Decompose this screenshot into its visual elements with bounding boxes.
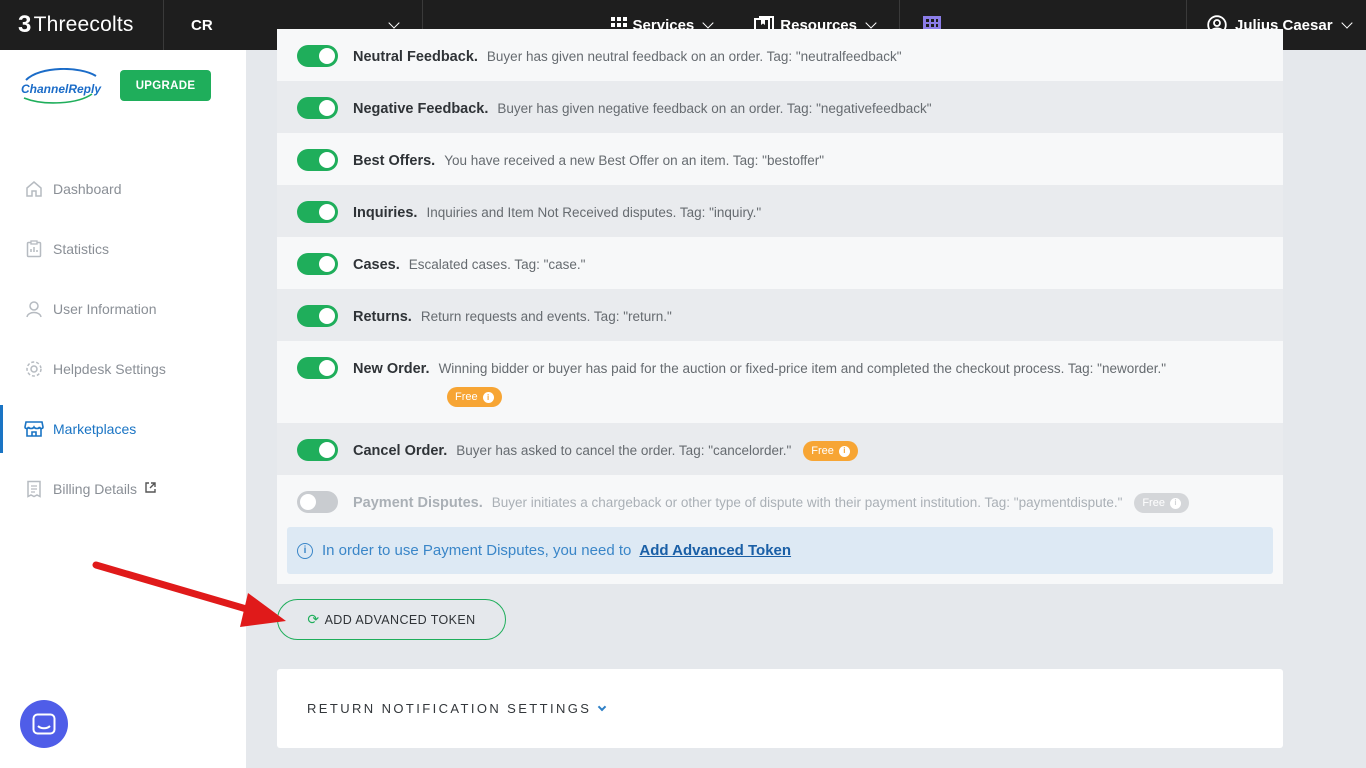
add-advanced-token-link[interactable]: Add Advanced Token <box>639 542 791 559</box>
chevron-down-icon <box>388 16 400 29</box>
row-description: You have received a new Best Offer on an… <box>444 153 825 168</box>
row-title: Best Offers. <box>353 153 436 169</box>
sync-icon: ⟳ <box>307 611 320 627</box>
sidebar-item-label: User Information <box>53 301 157 317</box>
sidebar-item-label: Dashboard <box>53 181 122 197</box>
list-item: Cases. Escalated cases. Tag: "case." <box>277 237 1283 289</box>
chevron-down-icon <box>1340 16 1353 29</box>
external-link-icon <box>145 482 156 496</box>
list-item: Best Offers. You have received a new Best… <box>277 133 1283 185</box>
toggle-switch[interactable] <box>297 149 338 171</box>
brand-logo[interactable]: 3 Threecolts <box>0 0 164 50</box>
info-icon: i <box>838 445 850 457</box>
row-title: Inquiries. <box>353 205 418 221</box>
row-description: Escalated cases. Tag: "case." <box>408 257 586 272</box>
chat-launcher-button[interactable] <box>20 700 68 748</box>
list-item: Cancel Order. Buyer has asked to cancel t… <box>277 423 1283 475</box>
section-title: RETURN NOTIFICATION SETTINGS <box>307 701 592 716</box>
sidebar-item-billing-details[interactable]: Billing Details <box>0 459 246 519</box>
sidebar-item-marketplaces[interactable]: Marketplaces <box>0 399 246 459</box>
payment-disputes-info-block: i In order to use Payment Disputes, you … <box>277 527 1283 584</box>
list-item: New Order. Winning bidder or buyer has pa… <box>277 341 1283 423</box>
info-alert: i In order to use Payment Disputes, you … <box>287 527 1273 574</box>
sidebar-item-statistics[interactable]: Statistics <box>0 219 246 279</box>
sidebar-item-label: Billing Details <box>53 481 138 497</box>
notification-list: Neutral Feedback. Buyer has given neutral… <box>277 29 1283 584</box>
info-text: In order to use Payment Disputes, you ne… <box>322 542 632 559</box>
badge-label: Free <box>455 391 478 403</box>
return-notification-settings-section[interactable]: RETURN NOTIFICATION SETTINGS <box>277 669 1283 748</box>
row-description: Buyer initiates a chargeback or other ty… <box>491 495 1123 510</box>
list-item: Neutral Feedback. Buyer has given neutral… <box>277 29 1283 81</box>
info-icon: i <box>1169 497 1181 509</box>
channelreply-logo[interactable]: ChannelReply <box>20 68 102 104</box>
receipt-icon <box>24 479 44 499</box>
store-icon <box>24 419 44 439</box>
sidebar: ChannelReply UPGRADE Dashboard Statistic… <box>0 50 246 768</box>
button-label: ADD ADVANCED TOKEN <box>324 612 476 627</box>
list-item: Negative Feedback. Buyer has given negati… <box>277 81 1283 133</box>
row-description: Buyer has given neutral feedback on an o… <box>486 49 902 64</box>
brand-name: Threecolts <box>33 13 134 36</box>
row-title: Payment Disputes. <box>353 495 483 511</box>
sidebar-item-user-information[interactable]: User Information <box>0 279 246 339</box>
toggle-switch[interactable] <box>297 201 338 223</box>
badge-label: Free <box>1142 497 1165 510</box>
chat-icon <box>32 713 56 735</box>
chevron-down-icon <box>865 16 877 29</box>
upgrade-button[interactable]: UPGRADE <box>120 70 211 101</box>
row-title: Returns. <box>353 309 412 325</box>
list-item: Returns. Return requests and events. Tag:… <box>277 289 1283 341</box>
free-badge[interactable]: Free i <box>1134 493 1189 514</box>
toggle-switch[interactable] <box>297 357 338 379</box>
add-advanced-token-button[interactable]: ⟳ ADD ADVANCED TOKEN <box>277 599 506 640</box>
threecolts-logo-icon: 3 <box>18 11 32 38</box>
info-icon: i <box>297 542 313 559</box>
row-description: Winning bidder or buyer has paid for the… <box>438 361 1167 376</box>
row-description: Buyer has given negative feedback on an … <box>497 101 932 116</box>
sidebar-item-label: Marketplaces <box>53 421 137 437</box>
sidebar-item-label: Helpdesk Settings <box>53 361 166 377</box>
toggle-switch[interactable] <box>297 305 338 327</box>
toggle-switch[interactable] <box>297 491 338 513</box>
list-item: Payment Disputes. Buyer initiates a charg… <box>277 475 1283 527</box>
chevron-down-icon <box>598 702 607 711</box>
row-description: Return requests and events. Tag: "return… <box>420 309 672 324</box>
row-title: Cases. <box>353 257 400 273</box>
info-icon: i <box>482 391 494 403</box>
toggle-switch[interactable] <box>297 439 338 461</box>
row-title: Negative Feedback. <box>353 101 489 117</box>
account-name: CR <box>191 16 213 34</box>
row-description: Inquiries and Item Not Received disputes… <box>426 205 762 220</box>
sidebar-item-dashboard[interactable]: Dashboard <box>0 159 246 219</box>
clipboard-icon <box>24 239 44 259</box>
sidebar-item-helpdesk-settings[interactable]: Helpdesk Settings <box>0 339 246 399</box>
sidebar-menu: Dashboard Statistics User Information He… <box>0 159 246 519</box>
logo-text: ChannelReply <box>21 82 102 96</box>
sidebar-item-label: Statistics <box>53 241 110 257</box>
gear-icon <box>24 359 44 379</box>
toggle-switch[interactable] <box>297 97 338 119</box>
user-icon <box>24 299 44 319</box>
row-description: Buyer has asked to cancel the order. Tag… <box>456 443 792 458</box>
chevron-down-icon <box>702 16 714 29</box>
row-title: Cancel Order. <box>353 443 448 459</box>
home-icon <box>24 179 44 199</box>
free-badge[interactable]: Free i <box>803 441 858 462</box>
row-title: New Order. <box>353 361 430 377</box>
toggle-switch[interactable] <box>297 45 338 67</box>
toggle-switch[interactable] <box>297 253 338 275</box>
list-item: Inquiries. Inquiries and Item Not Receive… <box>277 185 1283 237</box>
free-badge[interactable]: Free i <box>447 387 502 407</box>
row-title: Neutral Feedback. <box>353 49 478 65</box>
red-arrow-annotation <box>92 561 286 627</box>
badge-label: Free <box>811 445 834 458</box>
